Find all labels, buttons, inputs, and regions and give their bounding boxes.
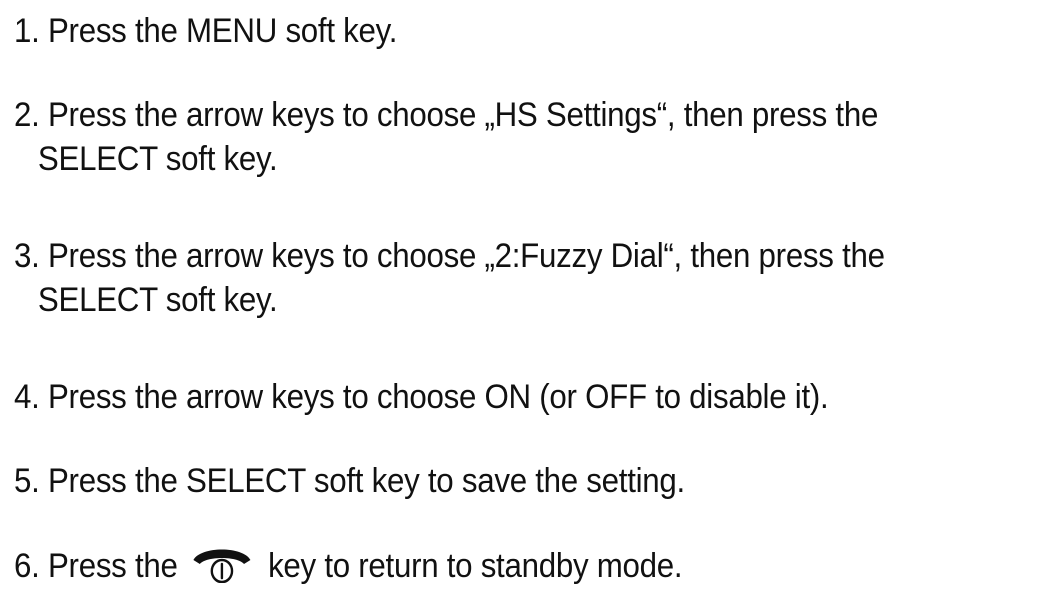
step-text-line-1: Press the arrow keys to choose „2:Fuzzy … [47, 237, 885, 275]
step-1: 1. Press the MENU soft key. [14, 9, 971, 53]
step-number: 5. [14, 462, 40, 500]
step-5: 5. Press the SELECT soft key to save the… [14, 459, 971, 503]
step-3: 3. Press the arrow keys to choose „2:Fuz… [14, 234, 971, 322]
end-call-power-key-icon [192, 543, 253, 583]
step-number: 2. [14, 96, 40, 134]
step-text-line-2: SELECT soft key. [37, 281, 278, 319]
step-4: 4. Press the arrow keys to choose ON (or… [14, 375, 971, 419]
step-2: 2. Press the arrow keys to choose „HS Se… [14, 93, 971, 181]
step-number: 3. [14, 237, 40, 275]
step-text-after-icon: key to return to standby mode. [268, 547, 683, 585]
step-text: Press the SELECT soft key to save the se… [47, 462, 685, 500]
step-number: 6. [14, 547, 40, 585]
step-text-before-icon: Press the [47, 547, 178, 585]
step-text: Press the arrow keys to choose ON (or OF… [47, 378, 829, 416]
step-text-line-1: Press the arrow keys to choose „HS Setti… [47, 96, 879, 134]
step-text-line-2: SELECT soft key. [37, 140, 278, 178]
step-text: Press the MENU soft key. [47, 12, 398, 50]
step-6: 6. Press the key to return to standby mo… [14, 543, 971, 588]
step-number: 1. [14, 12, 40, 50]
step-number: 4. [14, 378, 40, 416]
